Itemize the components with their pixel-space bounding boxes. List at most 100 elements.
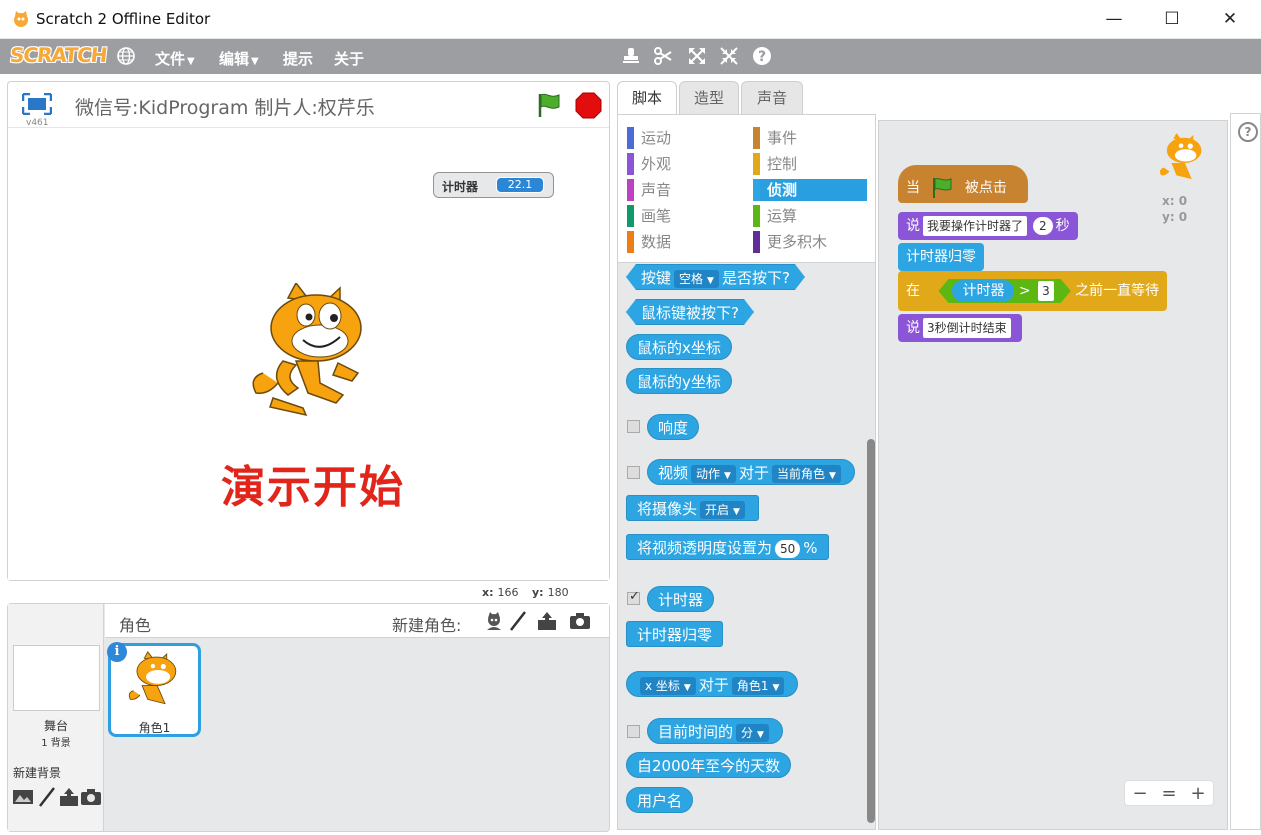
paint-sprite-icon[interactable]	[507, 610, 529, 632]
sprites-title: 角色	[119, 616, 152, 635]
window-titlebar: Scratch 2 Offline Editor — ☐ ✕	[0, 0, 1261, 39]
script-say-for-secs[interactable]: 说我要操作计时器了 2 秒	[898, 212, 1078, 240]
help-sidebar: ?	[1230, 113, 1261, 830]
duplicate-stamp-icon[interactable]	[620, 45, 642, 67]
timer-monitor[interactable]: 计时器 22.1	[433, 172, 554, 198]
fullscreen-icon[interactable]	[22, 93, 52, 115]
svg-text:?: ?	[758, 49, 766, 65]
menu-about[interactable]: 关于	[334, 48, 364, 69]
sprite-list-header: 角色 新建角色:	[105, 604, 609, 638]
delete-scissors-icon[interactable]	[652, 45, 674, 67]
menu-file[interactable]: 文件 ▼	[155, 48, 195, 69]
monitor-value: 22.1	[496, 177, 544, 193]
camera-backdrop-icon[interactable]	[80, 786, 102, 808]
block-palette: 运动 外观 声音 画笔 数据 事件 控制 侦测 运算 更多积木 按键 空格 ▼ 是否按…	[617, 114, 876, 830]
say-secs-input[interactable]: 2	[1033, 217, 1053, 235]
key-dropdown[interactable]: 空格 ▼	[674, 270, 719, 288]
stage-column: 舞台 1 背景 新建背景	[8, 604, 104, 831]
stage-panel: v461 微信号:KidProgram 制片人:权芹乐 计时器 22.1 演示开…	[7, 81, 610, 581]
script-wait-until[interactable]: 在 计时器 > 3 之前一直等待	[898, 271, 1167, 311]
stage-header: v461 微信号:KidProgram 制片人:权芹乐	[8, 82, 609, 128]
project-title[interactable]: 微信号:KidProgram 制片人:权芹乐	[75, 93, 375, 120]
block-reset-timer[interactable]: 计时器归零	[626, 621, 724, 647]
category-events[interactable]: 事件	[753, 127, 867, 149]
block-timer[interactable]: 计时器	[647, 586, 715, 612]
mouse-y-value: 180	[547, 586, 569, 599]
category-motion[interactable]: 运动	[627, 127, 737, 149]
backdrop-library-icon[interactable]	[12, 786, 34, 808]
maximize-button[interactable]: ☐	[1143, 0, 1201, 39]
block-attribute-of[interactable]: x 坐标 ▼ 对于 角色1 ▼	[626, 671, 799, 697]
sprite-library-icon[interactable]	[483, 610, 505, 632]
tab-costumes[interactable]: 造型	[679, 81, 739, 114]
zoom-controls: − = +	[1124, 780, 1214, 806]
zoom-out-icon[interactable]: −	[1129, 783, 1151, 805]
camera-sprite-icon[interactable]	[569, 610, 591, 632]
paint-backdrop-icon[interactable]	[36, 786, 58, 808]
stage-thumbnail[interactable]	[13, 645, 100, 711]
say-text-input[interactable]: 我要操作计时器了	[923, 216, 1028, 236]
block-current-time[interactable]: 目前时间的分 ▼	[647, 718, 783, 744]
shrink-icon[interactable]	[718, 45, 740, 67]
minimize-button[interactable]: —	[1085, 0, 1143, 39]
block-mouse-x[interactable]: 鼠标的x坐标	[626, 334, 732, 360]
sprite1-thumbnail	[128, 651, 177, 705]
category-data[interactable]: 数据	[627, 231, 737, 253]
current-sprite-thumbnail	[1160, 133, 1202, 180]
sprite-panel: 舞台 1 背景 新建背景 角色 新建角色: i 角色1	[7, 603, 610, 832]
block-loudness[interactable]: 响度	[647, 414, 700, 440]
category-looks[interactable]: 外观	[627, 153, 737, 175]
menu-tips[interactable]: 提示	[283, 48, 313, 69]
block-key-pressed[interactable]: 按键 空格 ▼ 是否按下?	[626, 264, 805, 290]
scripts-area[interactable]: 当 被点击 说我要操作计时器了 2 秒 计时器归零 在 计时器 > 3 之前一直等待…	[878, 120, 1228, 830]
sprite1-name: 角色1	[138, 721, 171, 735]
block-username[interactable]: 用户名	[626, 787, 694, 813]
tab-sounds[interactable]: 声音	[741, 81, 803, 114]
script-when-flag-clicked[interactable]: 当 被点击	[898, 165, 1028, 203]
block-days-since-2000[interactable]: 自2000年至今的天数	[626, 752, 792, 778]
tab-scripts[interactable]: 脚本	[617, 81, 677, 115]
grow-icon[interactable]	[686, 45, 708, 67]
scratch-app-icon	[14, 11, 28, 27]
category-control[interactable]: 控制	[753, 153, 867, 175]
mouse-coordinates: x: 166 y: 180	[482, 586, 569, 599]
block-video-transparency[interactable]: 将视频透明度设置为 50%	[626, 534, 829, 560]
sprite-info-icon[interactable]: i	[107, 642, 127, 662]
stage-canvas[interactable]: 计时器 22.1 演示开始	[8, 128, 609, 580]
menu-edit[interactable]: 编辑 ▼	[219, 48, 259, 69]
block-turn-video[interactable]: 将摄像头 开启 ▼	[626, 495, 759, 521]
zoom-reset-icon[interactable]: =	[1158, 783, 1180, 805]
say2-text-input[interactable]: 3秒倒计时结束	[923, 318, 1011, 338]
upload-sprite-icon[interactable]	[536, 610, 558, 632]
category-more-blocks[interactable]: 更多积木	[753, 231, 867, 253]
upload-backdrop-icon[interactable]	[58, 786, 80, 808]
script-flag-icon	[933, 178, 952, 198]
script-reset-timer[interactable]: 计时器归零	[898, 243, 984, 271]
help-icon[interactable]: ?	[1238, 122, 1258, 142]
new-sprite-label: 新建角色:	[392, 616, 462, 635]
green-flag-icon[interactable]	[535, 91, 563, 119]
close-button[interactable]: ✕	[1201, 0, 1259, 39]
category-sound[interactable]: 声音	[627, 179, 737, 201]
video-checkbox[interactable]	[627, 466, 640, 479]
scratch-logo[interactable]: SCRATCH	[9, 43, 108, 67]
block-mouse-y[interactable]: 鼠标的y坐标	[626, 368, 732, 394]
category-pen[interactable]: 画笔	[627, 205, 737, 227]
stop-sign-icon[interactable]	[575, 92, 602, 119]
category-sensing[interactable]: 侦测	[753, 179, 867, 201]
stage-label: 舞台	[43, 719, 68, 733]
language-globe-icon[interactable]	[116, 46, 136, 66]
cat-sprite[interactable]	[248, 283, 373, 418]
script-greater-than[interactable]: 计时器 > 3	[938, 279, 1070, 303]
palette-scrollbar[interactable]	[867, 439, 875, 823]
category-operators[interactable]: 运算	[753, 205, 867, 227]
help-question-icon[interactable]: ?	[751, 45, 773, 67]
loudness-checkbox[interactable]	[627, 420, 640, 433]
block-mouse-down[interactable]: 鼠标键被按下?	[626, 299, 754, 325]
block-video-motion[interactable]: 视频 动作 ▼ 对于 当前角色 ▼	[647, 459, 855, 485]
zoom-in-icon[interactable]: +	[1187, 783, 1209, 805]
current-time-checkbox[interactable]	[627, 725, 640, 738]
script-say[interactable]: 说 3秒倒计时结束	[898, 314, 1022, 342]
timer-checkbox[interactable]	[627, 589, 640, 605]
sprite-tile-sprite1[interactable]: i 角色1	[107, 642, 201, 737]
